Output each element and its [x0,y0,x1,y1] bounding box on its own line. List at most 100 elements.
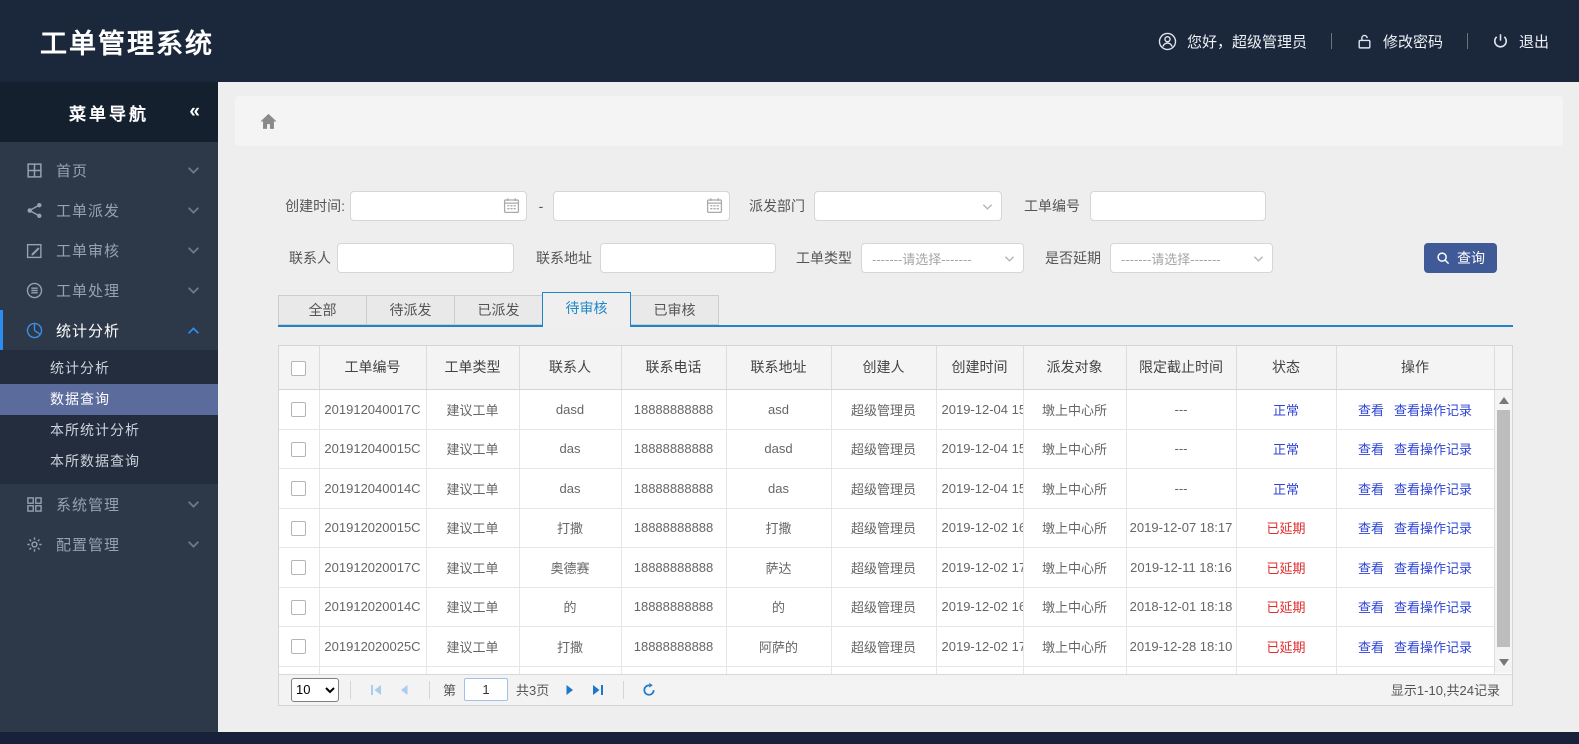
cell-status: 已延期 [1236,547,1337,588]
action-link[interactable]: 查看操作记录 [1394,640,1472,655]
scroll-up-arrow-icon[interactable] [1499,397,1509,404]
row-checkbox[interactable] [291,441,307,457]
row-checkbox[interactable] [291,520,307,536]
created-time-label: 创建时间: [285,198,345,214]
row-select-cell [279,508,320,548]
sidebar-subitem-local-data-query[interactable]: 本所数据查询 [0,446,218,477]
action-link[interactable]: 查看操作记录 [1394,561,1472,576]
order-type-label: 工单类型 [796,250,852,266]
cell-address: das [726,468,832,509]
cell-order-no: 201912020017C [319,547,427,588]
cell-status: 正常 [1236,468,1337,509]
refresh-icon[interactable] [642,682,656,697]
cell-created: 2019-12-02 17 [936,547,1024,588]
row-checkbox[interactable] [291,560,307,576]
tab-all[interactable]: 全部 [278,295,367,325]
orders-table: 工单编号 工单类型 联系人 联系电话 联系地址 创建人 创建时间 派发对象 限定截止时间 状态 操作… [278,345,1513,706]
sidebar-item-config-manage[interactable]: 配置管理 [0,524,218,564]
share-icon [26,202,43,219]
action-link[interactable]: 查看操作记录 [1394,482,1472,497]
home-icon[interactable] [259,112,278,131]
cell-actions: 查看 查看操作记录 [1336,429,1495,469]
chevron-down-icon [187,164,200,177]
sidebar-item-order-dispatch[interactable]: 工单派发 [0,190,218,230]
sidebar-item-order-review[interactable]: 工单审核 [0,230,218,270]
action-link[interactable]: 查看 [1358,442,1384,457]
tab-to-dispatch[interactable]: 待派发 [366,295,455,325]
select-all-checkbox[interactable] [291,360,307,376]
lock-icon [1356,33,1373,50]
logout-button[interactable]: 退出 [1492,31,1549,52]
sidebar-item-statistics[interactable]: 统计分析 [0,310,218,350]
main-content: 创建时间: - 派发部门 工单编号 联系人 联系地址 工单类型 -------请… [218,82,1579,732]
cell-order-type: 建议工单 [426,547,520,588]
column-header: 限定截止时间 [1126,346,1237,390]
tab-to-review[interactable]: 待审核 [542,292,631,327]
cell-phone: 18888888888 [621,626,727,667]
sidebar-collapse-icon[interactable]: « [189,101,199,123]
order-type-select[interactable]: -------请选择------- [861,243,1024,273]
tab-reviewed[interactable]: 已审核 [630,295,719,325]
is-delayed-select[interactable]: -------请选择------- [1110,243,1273,273]
action-link[interactable]: 查看 [1358,521,1384,536]
chevron-down-icon [1004,255,1015,263]
change-password-button[interactable]: 修改密码 [1356,31,1443,52]
cell-actions: 查看 查看操作记录 [1336,468,1495,509]
last-page-icon[interactable] [591,683,605,697]
action-link[interactable]: 查看 [1358,403,1384,418]
cell-actions: 查看 查看操作记录 [1336,547,1495,588]
cell-phone: 18888888888 [621,468,727,509]
contact-input[interactable] [337,243,514,273]
next-page-icon[interactable] [563,683,577,697]
sidebar-item-label: 工单派发 [56,202,121,220]
cell-phone: 18888888888 [621,389,727,430]
cell-contact: das [519,429,622,469]
user-greeting[interactable]: 您好，超级管理员 [1158,31,1307,52]
cell-creator: 超级管理员 [831,429,937,469]
sidebar-subitem-data-query[interactable]: 数据查询 [0,384,218,415]
footer-bar [0,732,1579,744]
dispatch-dept-select[interactable] [814,191,1002,221]
page-prefix: 第 [443,683,457,698]
sidebar-item-order-process[interactable]: 工单处理 [0,270,218,310]
action-link[interactable]: 查看 [1358,600,1384,615]
sidebar-item-system-manage[interactable]: 系统管理 [0,484,218,524]
action-link[interactable]: 查看 [1358,561,1384,576]
action-link[interactable]: 查看操作记录 [1394,442,1472,457]
sidebar-item-home[interactable]: 首页 [0,150,218,190]
row-checkbox[interactable] [291,481,307,497]
sidebar-subitem-statistics-analysis[interactable]: 统计分析 [0,353,218,384]
grid-icon [26,162,43,179]
page-size-select[interactable]: 10 [291,677,339,702]
vertical-scrollbar[interactable] [1494,390,1512,673]
created-time-to-input[interactable] [553,191,730,221]
created-time-from-input[interactable] [350,191,527,221]
row-checkbox[interactable] [291,599,307,615]
dispatch-dept-label: 派发部门 [749,198,805,214]
contact-address-input[interactable] [600,243,776,273]
prev-page-icon[interactable] [397,683,411,697]
cell-deadline: --- [1126,389,1237,430]
action-link[interactable]: 查看 [1358,640,1384,655]
cell-contact: 打撒 [519,626,622,667]
action-link[interactable]: 查看操作记录 [1394,521,1472,536]
row-checkbox[interactable] [291,639,307,655]
gear-icon [26,536,43,553]
sidebar-item-label: 首页 [56,162,89,180]
chevron-down-icon [187,244,200,257]
sidebar-subitem-local-statistics[interactable]: 本所统计分析 [0,415,218,446]
action-link[interactable]: 查看操作记录 [1394,403,1472,418]
scrollbar-thumb[interactable] [1497,410,1510,647]
tab-dispatched[interactable]: 已派发 [454,295,543,325]
cell-address: 的 [726,587,832,627]
scroll-down-arrow-icon[interactable] [1499,659,1509,666]
first-page-icon[interactable] [369,683,383,697]
page-number-input[interactable] [464,678,509,701]
action-link[interactable]: 查看操作记录 [1394,600,1472,615]
header-separator [1330,33,1332,49]
contact-address-label: 联系地址 [536,250,592,266]
row-checkbox[interactable] [291,402,307,418]
search-button[interactable]: 查询 [1424,243,1497,273]
action-link[interactable]: 查看 [1358,482,1384,497]
order-no-input[interactable] [1090,191,1266,221]
